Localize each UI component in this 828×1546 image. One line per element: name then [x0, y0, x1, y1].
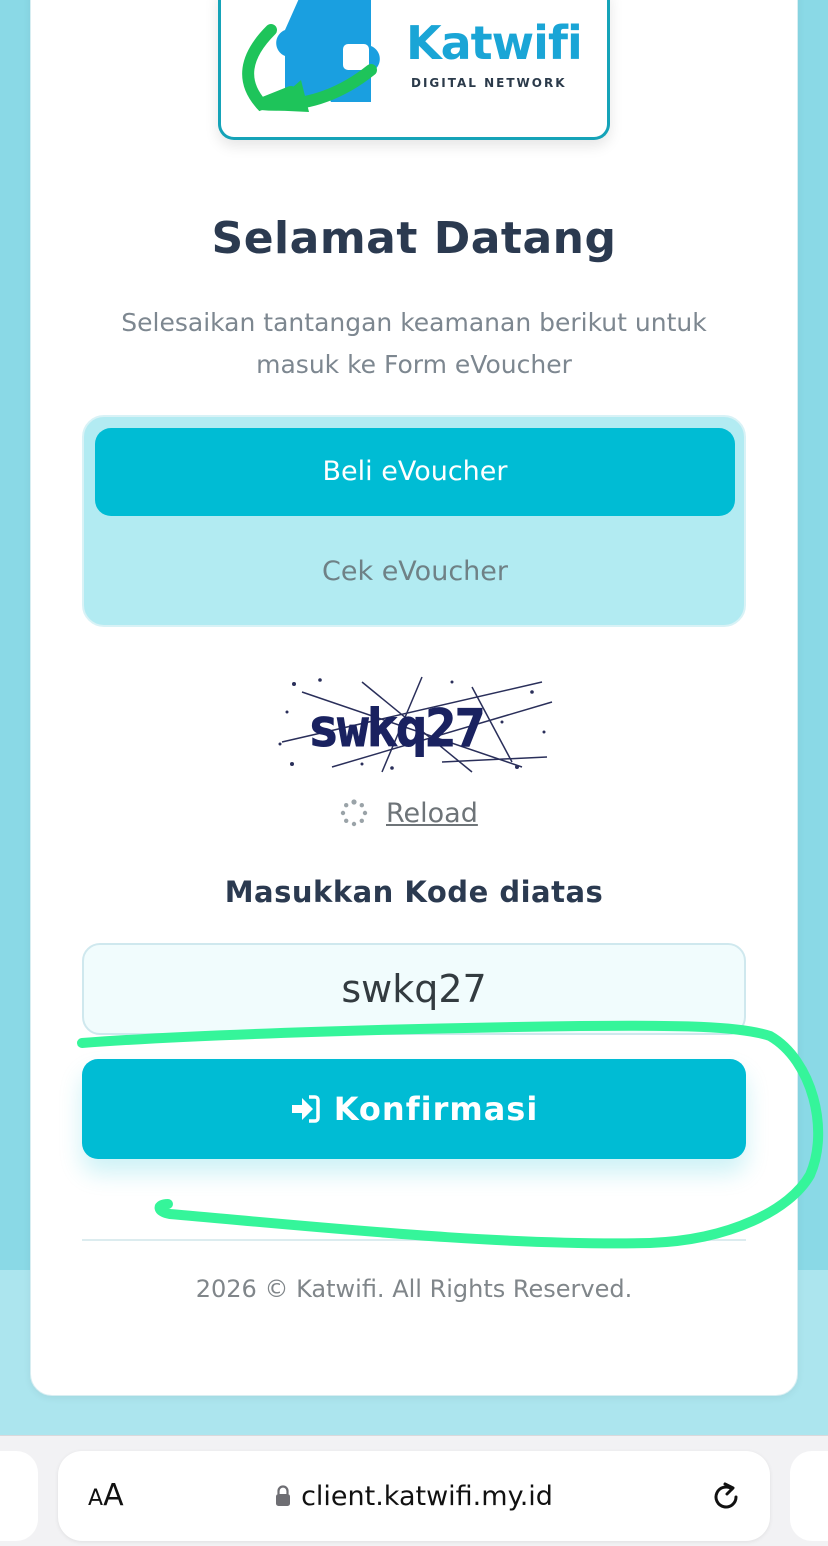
- page-subtitle: Selesaikan tantangan keamanan berikut un…: [121, 308, 707, 379]
- tab-beli-evoucher[interactable]: Beli eVoucher: [95, 428, 735, 516]
- browser-toolbar: AA client.katwifi.my.id: [0, 1435, 828, 1546]
- refresh-icon[interactable]: [708, 1479, 744, 1515]
- confirm-label: Konfirmasi: [333, 1090, 539, 1128]
- brand-logo: Katwifi DIGITAL NETWORK: [218, 0, 610, 140]
- page-title: Selamat Datang: [211, 213, 617, 264]
- lock-icon: [276, 1485, 291, 1506]
- brand-name: Katwifi: [406, 16, 583, 70]
- spinner-icon: [340, 799, 368, 827]
- url-text: client.katwifi.my.id: [301, 1480, 553, 1512]
- captcha-code-input[interactable]: [82, 943, 746, 1035]
- url-display[interactable]: client.katwifi.my.id: [58, 1451, 770, 1541]
- captcha-text: swkq27: [308, 699, 484, 759]
- voucher-tabs: Beli eVoucher Cek eVoucher: [82, 415, 746, 627]
- katwifi-logo-icon: [242, 0, 380, 112]
- tab-cek-evoucher[interactable]: Cek eVoucher: [95, 528, 735, 616]
- brand-tagline: DIGITAL NETWORK: [411, 76, 567, 90]
- footer-divider: [82, 1239, 746, 1241]
- address-bar[interactable]: AA client.katwifi.my.id: [58, 1451, 770, 1541]
- code-label: Masukkan Kode diatas: [224, 875, 604, 909]
- captcha-image: swkq27: [272, 672, 554, 776]
- reload-captcha-button[interactable]: Reload: [340, 795, 478, 831]
- confirm-button[interactable]: Konfirmasi: [82, 1059, 746, 1159]
- footer-copyright: 2026 © Katwifi. All Rights Reserved.: [195, 1275, 633, 1303]
- sign-in-icon: [291, 1095, 320, 1123]
- next-tab-pill[interactable]: [790, 1451, 828, 1541]
- reload-label[interactable]: Reload: [386, 798, 478, 829]
- previous-tab-pill[interactable]: [0, 1451, 38, 1541]
